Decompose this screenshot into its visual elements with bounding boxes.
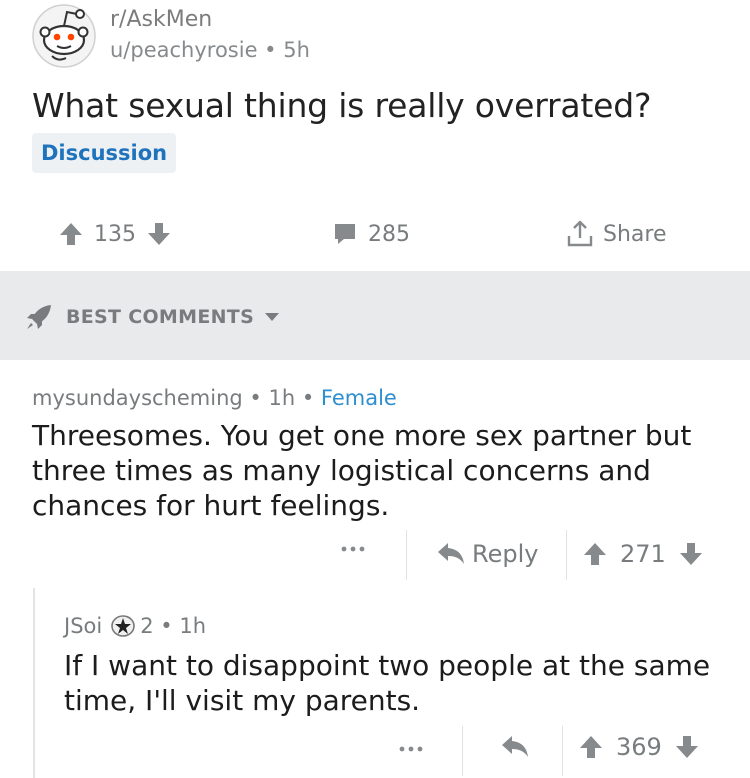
downvote-arrow-icon[interactable] <box>146 221 172 247</box>
thread-line[interactable] <box>33 588 35 778</box>
downvote-arrow-icon[interactable] <box>674 734 700 760</box>
reply-button[interactable] <box>500 734 530 760</box>
comment-meta: mysundayscheming • 1h • Female <box>32 384 397 412</box>
share-button[interactable]: Share <box>565 215 677 253</box>
meta-separator: • <box>301 386 321 410</box>
comment-body: Threesomes. You get one more sex partner… <box>32 419 692 522</box>
downvote-arrow-icon[interactable] <box>678 541 704 567</box>
share-label: Share <box>603 221 667 247</box>
user-flair: Female <box>320 386 397 410</box>
award-count: 2 <box>140 614 154 638</box>
comment-meta: JSoi 2 • 1h <box>64 612 206 640</box>
sort-label: BEST COMMENTS <box>66 306 255 328</box>
comment-sort-dropdown[interactable]: BEST COMMENTS <box>24 302 280 332</box>
upvote-arrow-icon[interactable] <box>582 541 608 567</box>
share-icon <box>565 219 595 249</box>
comments-button[interactable]: 285 <box>332 215 420 253</box>
more-options-button[interactable] <box>398 745 424 753</box>
comment-score: 369 <box>616 733 662 761</box>
comment-time: 1h <box>268 386 296 410</box>
post-vote-group: 135 <box>58 215 172 253</box>
meta-separator: • <box>249 386 269 410</box>
star-award-icon[interactable] <box>110 614 136 638</box>
action-divider <box>406 530 407 580</box>
action-divider <box>566 530 567 580</box>
rocket-icon <box>24 302 54 332</box>
upvote-arrow-icon[interactable] <box>58 221 84 247</box>
comment-body: If I want to disappoint two people at th… <box>64 649 711 717</box>
comment-author[interactable]: JSoi <box>64 612 102 640</box>
comment-bubble-icon <box>332 221 358 247</box>
post-author-line[interactable]: u/peachyrosie • 5h <box>110 36 310 64</box>
post-score: 135 <box>94 221 136 247</box>
comment-vote-group: 271 <box>582 540 704 568</box>
reply-button[interactable]: Reply <box>436 540 538 568</box>
reply-arrow-icon <box>436 541 466 567</box>
caret-down-icon <box>264 312 280 322</box>
subreddit-avatar[interactable] <box>32 4 96 68</box>
comment-vote-group: 369 <box>578 733 700 761</box>
more-dots-icon <box>399 746 423 752</box>
subreddit-prefix: r/ <box>110 7 127 32</box>
more-dots-icon <box>341 546 365 552</box>
comment-author[interactable]: mysundayscheming <box>32 386 243 410</box>
subreddit-name[interactable]: r/AskMen <box>110 6 212 34</box>
subreddit-title: AskMen <box>126 7 213 32</box>
action-divider <box>562 726 563 776</box>
action-divider <box>462 726 463 776</box>
snoo-avatar-icon <box>32 4 96 68</box>
upvote-arrow-icon[interactable] <box>578 734 604 760</box>
comment-count: 285 <box>368 221 410 247</box>
comment-time: 1h <box>179 614 207 638</box>
comment-score: 271 <box>620 540 666 568</box>
post-title: What sexual thing is really overrated? <box>32 86 652 125</box>
more-options-button[interactable] <box>340 545 366 553</box>
reply-label: Reply <box>472 540 539 568</box>
reply-arrow-icon <box>502 736 528 757</box>
meta-separator: • <box>153 614 180 638</box>
post-flair[interactable]: Discussion <box>32 133 177 173</box>
